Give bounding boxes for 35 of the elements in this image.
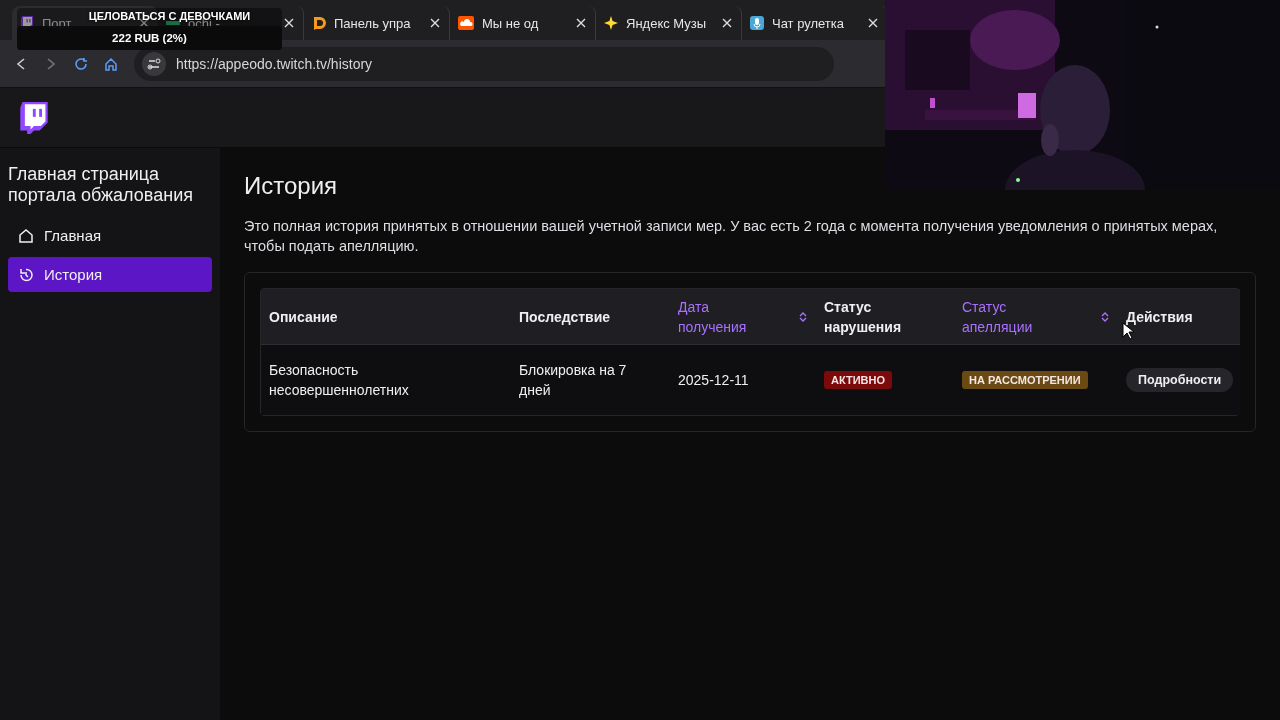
close-icon[interactable] bbox=[867, 17, 879, 29]
page-description: Это полная история принятых в отношении вашей учетной записи мер. У вас есть 2 года с момента получения уведомления о принятых мерах, чтобы подать апелляцию. bbox=[244, 217, 1219, 256]
cloud-icon bbox=[458, 16, 474, 30]
donation-amount: 222 RUB (2%) bbox=[17, 26, 282, 50]
close-icon[interactable] bbox=[429, 17, 441, 29]
sort-icon[interactable] bbox=[1100, 310, 1110, 323]
d-logo-icon bbox=[312, 16, 326, 30]
close-icon[interactable] bbox=[575, 17, 587, 29]
column-header: Действия bbox=[1126, 307, 1193, 327]
sidebar-item[interactable]: Главная bbox=[8, 218, 212, 253]
sort-icon[interactable] bbox=[798, 310, 808, 323]
reload-icon[interactable] bbox=[74, 56, 88, 71]
status-badge: АКТИВНО bbox=[824, 371, 892, 389]
microphone-icon bbox=[750, 16, 764, 30]
status-badge: НА РАССМОТРЕНИИ bbox=[962, 371, 1088, 389]
column-header: Статус нарушения bbox=[824, 297, 903, 337]
close-icon[interactable] bbox=[721, 17, 733, 29]
sidebar-title: Главная страница портала обжалования bbox=[8, 164, 194, 206]
tab-icon bbox=[166, 21, 180, 25]
table-cell-text: Блокировка на 7 дней bbox=[519, 361, 628, 400]
history-icon bbox=[18, 266, 34, 283]
address-bar[interactable]: https://appeodo.twitch.tv/history bbox=[134, 46, 834, 81]
column-header: Последствие bbox=[519, 307, 611, 327]
page-title: История bbox=[244, 172, 339, 200]
twitch-logo-icon bbox=[18, 101, 50, 134]
table-cell-text: 2025-12-11 bbox=[678, 371, 749, 390]
table-cell-text: Безопасность несовершеннолетних bbox=[269, 361, 410, 400]
sidebar-item[interactable]: История bbox=[8, 257, 212, 292]
details-button[interactable]: Подробности bbox=[1126, 368, 1234, 392]
home-icon bbox=[18, 227, 34, 244]
close-icon[interactable] bbox=[283, 17, 295, 29]
star-icon bbox=[604, 16, 618, 30]
column-header: Описание bbox=[269, 307, 338, 327]
home-icon[interactable] bbox=[104, 56, 118, 71]
site-settings-icon[interactable] bbox=[142, 51, 166, 76]
